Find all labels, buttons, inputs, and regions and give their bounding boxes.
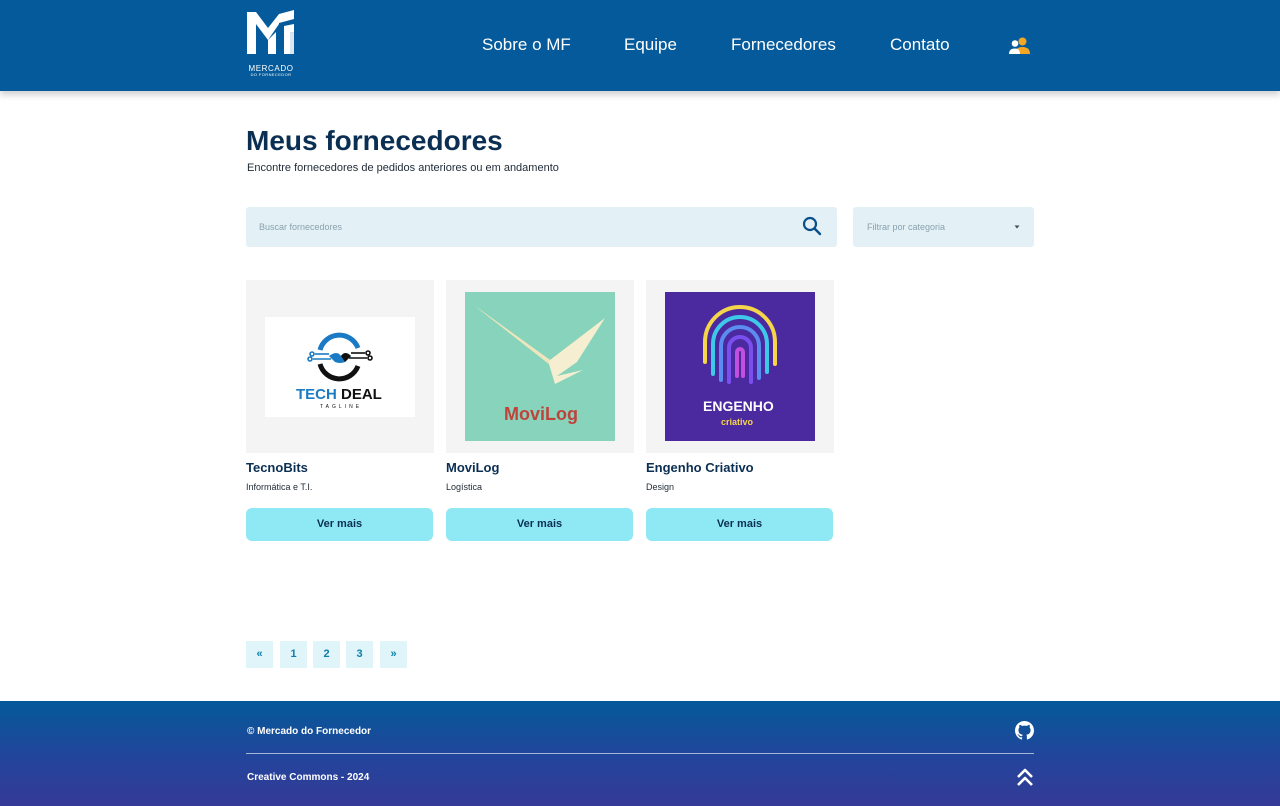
tech-deal-logo: TECH DEAL TAGLINE [265, 317, 415, 417]
category-filter-label: Filtrar por categoria [867, 222, 946, 232]
pagination-page-1[interactable]: 1 [280, 641, 307, 668]
card-name: Engenho Criativo [646, 460, 754, 475]
ver-mais-button[interactable]: Ver mais [246, 508, 433, 541]
card-image-frame: ENGENHO criativo [646, 280, 834, 453]
nav-link-sobre[interactable]: Sobre o MF [482, 34, 571, 56]
ver-mais-button[interactable]: Ver mais [446, 508, 633, 541]
pagination-page-3[interactable]: 3 [346, 641, 373, 668]
github-icon[interactable] [1015, 721, 1034, 740]
card-category: Informática e T.I. [246, 482, 313, 492]
footer-license: Creative Commons - 2024 [247, 772, 370, 783]
svg-text:MoviLog: MoviLog [504, 404, 578, 424]
ver-mais-button[interactable]: Ver mais [646, 508, 833, 541]
card-image-frame: TECH DEAL TAGLINE [246, 280, 434, 453]
nav-link-contato[interactable]: Contato [890, 34, 950, 56]
svg-text:ENGENHO: ENGENHO [703, 398, 774, 414]
svg-text:DEAL: DEAL [341, 386, 382, 403]
double-chevron-up-icon[interactable] [1016, 767, 1034, 787]
footer-copyright: © Mercado do Fornecedor [247, 726, 372, 737]
card-category: Design [646, 482, 675, 492]
search-input[interactable] [259, 219, 779, 235]
card-image-frame: MoviLog [446, 280, 634, 453]
logo-subtext: DO FORNECEDOR [250, 72, 292, 77]
search-icon[interactable] [802, 216, 822, 236]
site-footer: © Mercado do Fornecedor Creative Commons… [0, 701, 1280, 806]
caret-down-icon [1014, 225, 1020, 229]
category-filter-select[interactable]: Filtrar por categoria [853, 207, 1034, 247]
svg-text:criativo: criativo [721, 417, 754, 427]
card-category: Logística [446, 482, 483, 492]
site-header: MERCADO DO FORNECEDOR Sobre o MF Equipe … [0, 0, 1280, 91]
nav-link-equipe[interactable]: Equipe [624, 34, 677, 56]
svg-text:TECH: TECH [296, 386, 337, 403]
site-logo[interactable]: MERCADO DO FORNECEDOR [246, 10, 296, 80]
footer-divider [246, 753, 1034, 754]
page-subtitle: Encontre fornecedores de pedidos anterio… [247, 162, 559, 174]
svg-text:TAGLINE: TAGLINE [320, 404, 362, 410]
mf-logo-mark [247, 10, 294, 54]
nav-link-fornecedores[interactable]: Fornecedores [731, 34, 836, 56]
search-bar [246, 207, 837, 247]
users-icon[interactable] [1009, 37, 1030, 54]
engenho-criativo-logo: ENGENHO criativo [665, 292, 815, 441]
pagination-next-button[interactable]: » [380, 641, 407, 668]
pagination-prev-button[interactable]: « [246, 641, 273, 668]
pagination-page-2[interactable]: 2 [313, 641, 340, 668]
page-title: Meus fornecedores [246, 125, 503, 156]
card-name: TecnoBits [246, 460, 308, 475]
movilog-logo: MoviLog [465, 292, 615, 441]
card-name: MoviLog [446, 460, 500, 475]
